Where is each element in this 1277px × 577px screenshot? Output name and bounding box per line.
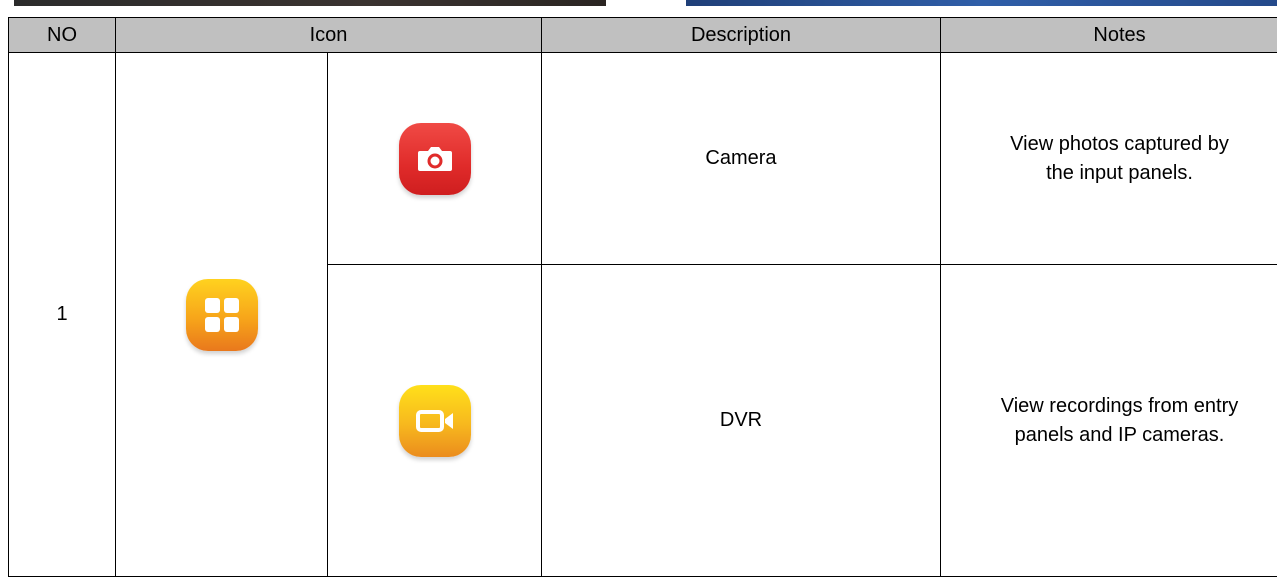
item-description: DVR <box>541 264 941 577</box>
icon-table: NO Icon Description Notes 1 Camera View … <box>8 17 1277 577</box>
header-notes: Notes <box>940 17 1277 53</box>
notes-line: View photos captured by <box>1010 132 1229 155</box>
group-icon-cell <box>115 52 328 577</box>
top-image-strip-right <box>686 0 1277 6</box>
header-no: NO <box>8 17 116 53</box>
notes-line: panels and IP cameras. <box>1014 423 1225 446</box>
apps-grid-icon <box>185 278 258 351</box>
notes-line: View recordings from entry <box>1000 394 1239 417</box>
table-row: 1 Camera View photos captured by the inp… <box>8 52 1277 577</box>
video-camera-icon <box>398 384 471 457</box>
item-icon-cell <box>327 52 542 265</box>
header-icon: Icon <box>115 17 542 53</box>
item-notes: View recordings from entry panels and IP… <box>940 264 1277 577</box>
header-description: Description <box>541 17 941 53</box>
notes-line: the input panels. <box>1046 161 1193 184</box>
item-notes: View photos captured by the input panels… <box>940 52 1277 265</box>
item-icon-cell <box>327 264 542 577</box>
row-number: 1 <box>8 52 116 577</box>
top-image-strip-left <box>14 0 606 6</box>
item-description: Camera <box>541 52 941 265</box>
camera-icon <box>398 122 471 195</box>
header-row: NO Icon Description Notes <box>8 17 1277 53</box>
